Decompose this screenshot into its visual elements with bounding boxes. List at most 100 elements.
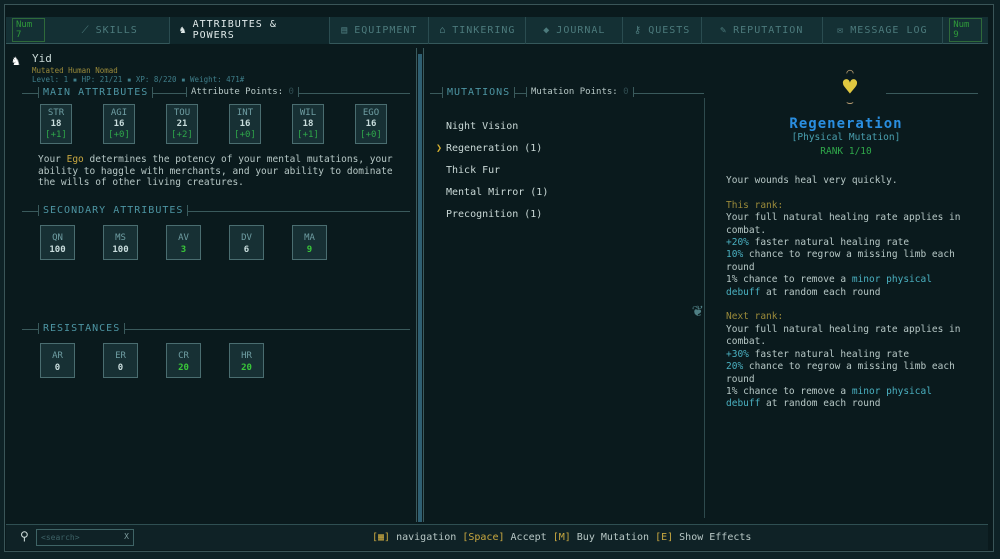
tab-equipment[interactable]: ▤ EQUIPMENT bbox=[330, 16, 430, 44]
attribute-er[interactable]: ER 0 bbox=[103, 343, 138, 378]
effect-line: +30% faster natural healing rate bbox=[726, 348, 910, 360]
tab-attributes-powers[interactable]: ♞ ATTRIBUTES & POWERS bbox=[169, 16, 331, 44]
attribute-ego[interactable]: EGO 16 [+0] bbox=[355, 104, 387, 144]
effect-line: 1% chance to remove a minor physical deb… bbox=[726, 274, 932, 298]
mutation-item[interactable]: Regeneration (1) bbox=[436, 138, 548, 160]
mutation-item[interactable]: Mental Mirror (1) bbox=[446, 182, 548, 204]
character-icon: ♞ bbox=[179, 24, 187, 36]
attribute-value: 20 bbox=[178, 363, 189, 373]
next-rank-label: Next rank: bbox=[726, 311, 784, 323]
scrollbar-thumb[interactable] bbox=[418, 54, 422, 522]
attribute-value: 3 bbox=[180, 245, 187, 255]
tab-quests[interactable]: ⚷ QUESTS bbox=[623, 16, 702, 44]
prev-tab-key[interactable]: Num 7 bbox=[12, 18, 45, 42]
attribute-label: WIL bbox=[299, 108, 317, 118]
show-effects-button[interactable]: Show Effects bbox=[679, 532, 751, 543]
tab-label: REPUTATION bbox=[733, 24, 804, 36]
attribute-modifier: [+0] bbox=[108, 130, 130, 140]
tab-message-log[interactable]: ✉ MESSAGE LOG bbox=[823, 16, 944, 44]
attribute-label: QN bbox=[52, 233, 63, 243]
attribute-label: AGI bbox=[110, 108, 128, 118]
search-input[interactable]: <search> X bbox=[36, 529, 134, 546]
attribute-label: TOU bbox=[173, 108, 191, 118]
attribute-value: 16 bbox=[113, 119, 125, 129]
attribute-modifier: [+1] bbox=[45, 130, 67, 140]
effect-line: 10% chance to regrow a missing limb each… bbox=[726, 249, 955, 273]
attribute-label: ER bbox=[115, 351, 126, 361]
clear-search-button[interactable]: X bbox=[124, 532, 129, 541]
attribute-label: MS bbox=[115, 233, 126, 243]
attribute-modifier: [+1] bbox=[297, 130, 319, 140]
mutations-panel: MUTATIONS Mutation Points: 0 Night Visio… bbox=[426, 46, 988, 522]
panel-scrollbar[interactable] bbox=[416, 48, 424, 522]
attribute-qn[interactable]: QN 100 bbox=[40, 225, 75, 260]
attribute-wil[interactable]: WIL 18 [+1] bbox=[292, 104, 324, 144]
section-title: SECONDARY ATTRIBUTES bbox=[38, 205, 189, 216]
section-title: MAIN ATTRIBUTES bbox=[38, 87, 154, 98]
mutation-item[interactable]: Precognition (1) bbox=[446, 204, 548, 226]
mutation-points-value: 0 bbox=[623, 87, 629, 97]
tab-bar: Num 7 ⟋ SKILLS ♞ ATTRIBUTES & POWERS ▤ EQUIPM… bbox=[6, 16, 988, 44]
tab-skills[interactable]: ⟋ SKILLS bbox=[51, 16, 170, 44]
mutation-points: Mutation Points: 0 bbox=[526, 87, 634, 97]
accept-key[interactable]: [Space] bbox=[462, 532, 504, 543]
effect-line: 20% chance to regrow a missing limb each… bbox=[726, 361, 955, 385]
buy-key[interactable]: [M] bbox=[553, 532, 571, 543]
attribute-points: Attribute Points: 0 bbox=[186, 87, 299, 97]
next-tab-key[interactable]: Num 9 bbox=[949, 18, 982, 42]
quests-icon: ⚷ bbox=[633, 24, 643, 36]
tab-label: ATTRIBUTES & POWERS bbox=[192, 19, 277, 41]
resistances-header: RESISTANCES bbox=[22, 323, 410, 339]
attribute-ma[interactable]: MA 9 bbox=[292, 225, 327, 260]
attribute-points-value: 0 bbox=[288, 87, 294, 97]
attribute-points-label: Attribute Points: bbox=[191, 87, 284, 97]
tab-tinkering[interactable]: ⌂ TINKERING bbox=[429, 16, 527, 44]
attribute-value: 100 bbox=[49, 245, 66, 255]
message-log-icon: ✉ bbox=[837, 24, 845, 36]
section-title: MUTATIONS bbox=[442, 87, 516, 98]
effect-line: +20% faster natural healing rate bbox=[726, 237, 910, 249]
attribute-dv[interactable]: DV 6 bbox=[229, 225, 264, 260]
attribute-tou[interactable]: TOU 21 [+2] bbox=[166, 104, 198, 144]
search-placeholder: <search> bbox=[41, 533, 80, 542]
journal-icon: ◆ bbox=[543, 24, 551, 36]
attribute-label: EGO bbox=[362, 108, 380, 118]
effects-key[interactable]: [E] bbox=[655, 532, 673, 543]
attribute-value: 16 bbox=[239, 119, 251, 129]
regeneration-icon: ⌒ ♥ ⌣ bbox=[842, 65, 858, 109]
tab-label: JOURNAL bbox=[556, 24, 606, 36]
detail-header-line bbox=[886, 93, 978, 103]
character-subtitle: Mutated Human Nomad bbox=[32, 66, 118, 75]
bottom-bar: ⚲ <search> X [▦] navigation [Space] Accep… bbox=[6, 524, 988, 550]
attribute-ar[interactable]: AR 0 bbox=[40, 343, 75, 378]
attribute-label: CR bbox=[178, 351, 189, 361]
tab-label: QUESTS bbox=[648, 24, 691, 36]
this-rank-label: This rank: bbox=[726, 199, 784, 211]
attribute-agi[interactable]: AGI 16 [+0] bbox=[103, 104, 135, 144]
mutation-item[interactable]: Night Vision bbox=[446, 116, 548, 138]
buy-mutation-button[interactable]: Buy Mutation bbox=[577, 532, 649, 543]
attribute-label: STR bbox=[47, 108, 65, 118]
attribute-str[interactable]: STR 18 [+1] bbox=[40, 104, 72, 144]
accept-button[interactable]: Accept bbox=[511, 532, 547, 543]
attribute-value: 6 bbox=[243, 245, 250, 255]
skills-icon: ⟋ bbox=[81, 24, 90, 36]
attribute-hr[interactable]: HR 20 bbox=[229, 343, 264, 378]
attribute-value: 16 bbox=[365, 119, 377, 129]
attribute-cr[interactable]: CR 20 bbox=[166, 343, 201, 378]
attribute-label: INT bbox=[236, 108, 254, 118]
attribute-value: 18 bbox=[50, 119, 62, 129]
section-title: RESISTANCES bbox=[38, 323, 126, 334]
tab-journal[interactable]: ◆ JOURNAL bbox=[526, 16, 624, 44]
tinkering-icon: ⌂ bbox=[439, 24, 447, 36]
tab-reputation[interactable]: ✎ REPUTATION bbox=[702, 16, 823, 44]
attribute-ms[interactable]: MS 100 bbox=[103, 225, 138, 260]
tab-label: MESSAGE LOG bbox=[850, 24, 928, 36]
mutation-item[interactable]: Thick Fur bbox=[446, 160, 548, 182]
attribute-int[interactable]: INT 16 [+0] bbox=[229, 104, 261, 144]
main-attributes-header: MAIN ATTRIBUTES Attribute Points: 0 bbox=[22, 87, 410, 103]
attribute-value: 0 bbox=[117, 363, 124, 373]
mutation-description: Your wounds heal very quickly. This rank… bbox=[726, 175, 966, 411]
attribute-modifier: [+2] bbox=[171, 130, 193, 140]
attribute-av[interactable]: AV 3 bbox=[166, 225, 201, 260]
